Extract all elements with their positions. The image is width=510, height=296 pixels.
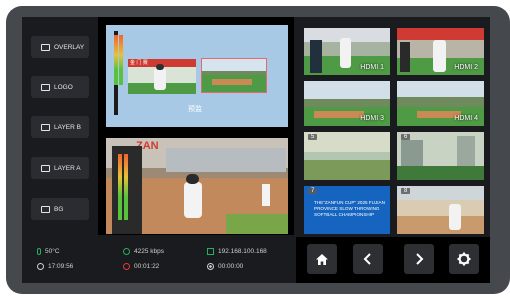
banner bbox=[397, 28, 484, 40]
overlay-label: OVERLAY bbox=[54, 43, 85, 51]
record-icon bbox=[123, 263, 130, 270]
source-7[interactable]: 7 THE"ZANFUN CUP" 2025 FUJIAN PROVINCE S… bbox=[304, 186, 390, 234]
source-label: HDMI 2 bbox=[454, 64, 478, 71]
settings-button[interactable] bbox=[449, 244, 479, 274]
chevron-left-icon bbox=[363, 253, 371, 265]
bitrate-status: 4225 kbps bbox=[123, 248, 164, 255]
source-hdmi-3[interactable]: HDMI 3 bbox=[304, 81, 390, 126]
bitrate-value: 4225 kbps bbox=[134, 248, 164, 255]
clock-value: 17:09:56 bbox=[48, 263, 74, 270]
source-5[interactable]: 5 bbox=[304, 132, 390, 180]
thermometer-icon bbox=[37, 248, 41, 255]
layer-a-label: LAYER A bbox=[54, 164, 81, 172]
gear-icon bbox=[457, 252, 471, 266]
preview-meter-level-right bbox=[119, 35, 123, 85]
source-hdmi-2[interactable]: HDMI 2 bbox=[397, 28, 484, 75]
source-caption: THE"ZANFUN CUP" 2025 FUJIAN PROVINCE SLO… bbox=[314, 200, 385, 217]
tree-line bbox=[304, 99, 390, 107]
source-hdmi-4[interactable]: HDMI 4 bbox=[397, 81, 484, 126]
source-label: HDMI 4 bbox=[454, 115, 478, 122]
clock-status: 17:09:56 bbox=[37, 263, 73, 270]
program-meter-left bbox=[118, 154, 122, 220]
preview-banner-text: 金 门 赛 bbox=[130, 60, 148, 66]
overlay-button[interactable]: OVERLAY bbox=[31, 36, 89, 58]
source-hdmi-1[interactable]: HDMI 1 bbox=[304, 28, 390, 75]
preview-meter-level-left bbox=[114, 35, 118, 85]
layer-icon bbox=[41, 164, 50, 172]
trees bbox=[397, 166, 484, 180]
layer-a-button[interactable]: LAYER A bbox=[31, 157, 89, 179]
record-time-value: 00:01:22 bbox=[134, 263, 160, 270]
source-number: 7 bbox=[308, 188, 318, 194]
chevron-right-icon bbox=[416, 253, 424, 265]
stream-time-value: 00:00:00 bbox=[218, 263, 244, 270]
source-label: HDMI 1 bbox=[360, 64, 384, 71]
source-number: 5 bbox=[308, 134, 318, 140]
clock-icon bbox=[37, 263, 44, 270]
source-8[interactable]: 8 bbox=[397, 186, 484, 234]
preview-layer-a: 金 门 赛 bbox=[128, 59, 196, 94]
sky bbox=[202, 59, 266, 71]
ip-status: 192.168.100.168 bbox=[207, 248, 267, 255]
player bbox=[449, 204, 461, 230]
batter bbox=[184, 182, 202, 218]
program-monitor[interactable]: ZAN bbox=[106, 138, 288, 234]
person bbox=[310, 40, 322, 73]
tree-line bbox=[397, 97, 484, 107]
preview-layer-b bbox=[201, 58, 267, 93]
player bbox=[340, 38, 351, 68]
next-button[interactable] bbox=[404, 244, 434, 274]
stream-status: 00:00:00 bbox=[207, 263, 243, 270]
monitor-icon bbox=[41, 43, 50, 51]
logo-button[interactable]: LOGO bbox=[31, 76, 89, 98]
layer-b-label: LAYER B bbox=[54, 123, 81, 131]
helmet bbox=[156, 64, 164, 70]
logo-icon bbox=[41, 83, 50, 91]
grass bbox=[304, 160, 390, 180]
layer-b-button[interactable]: LAYER B bbox=[31, 116, 89, 138]
home-icon bbox=[316, 253, 328, 265]
preview-monitor[interactable]: 金 门 赛 预监 bbox=[106, 25, 288, 127]
image-icon bbox=[41, 205, 50, 213]
temperature-value: 50°C bbox=[45, 248, 60, 255]
source-number: 6 bbox=[401, 134, 411, 140]
infield bbox=[314, 111, 364, 118]
grass bbox=[226, 214, 288, 234]
crowd bbox=[166, 148, 286, 172]
batter-helmet bbox=[186, 174, 199, 184]
sky bbox=[397, 186, 484, 200]
player bbox=[154, 68, 166, 90]
person bbox=[400, 42, 410, 72]
infield bbox=[212, 79, 252, 85]
stream-icon bbox=[207, 263, 214, 270]
bg-label: BG bbox=[54, 205, 64, 213]
temperature-status: 50°C bbox=[37, 248, 60, 255]
home-button[interactable] bbox=[307, 244, 337, 274]
source-number: 8 bbox=[401, 188, 411, 194]
previous-button[interactable] bbox=[353, 244, 383, 274]
umpire bbox=[262, 184, 270, 206]
network-icon bbox=[207, 248, 214, 255]
layer-icon bbox=[41, 123, 50, 131]
ip-value: 192.168.100.168 bbox=[218, 248, 267, 255]
bg-button[interactable]: BG bbox=[31, 198, 89, 220]
source-label: HDMI 3 bbox=[360, 115, 384, 122]
source-6[interactable]: 6 bbox=[397, 132, 484, 180]
player bbox=[433, 40, 446, 72]
logo-label: LOGO bbox=[54, 83, 73, 91]
preview-label: 预监 bbox=[188, 106, 202, 113]
speed-icon bbox=[123, 248, 130, 255]
program-meter-right bbox=[124, 154, 128, 220]
record-status: 00:01:22 bbox=[123, 263, 159, 270]
dirt bbox=[397, 216, 484, 234]
